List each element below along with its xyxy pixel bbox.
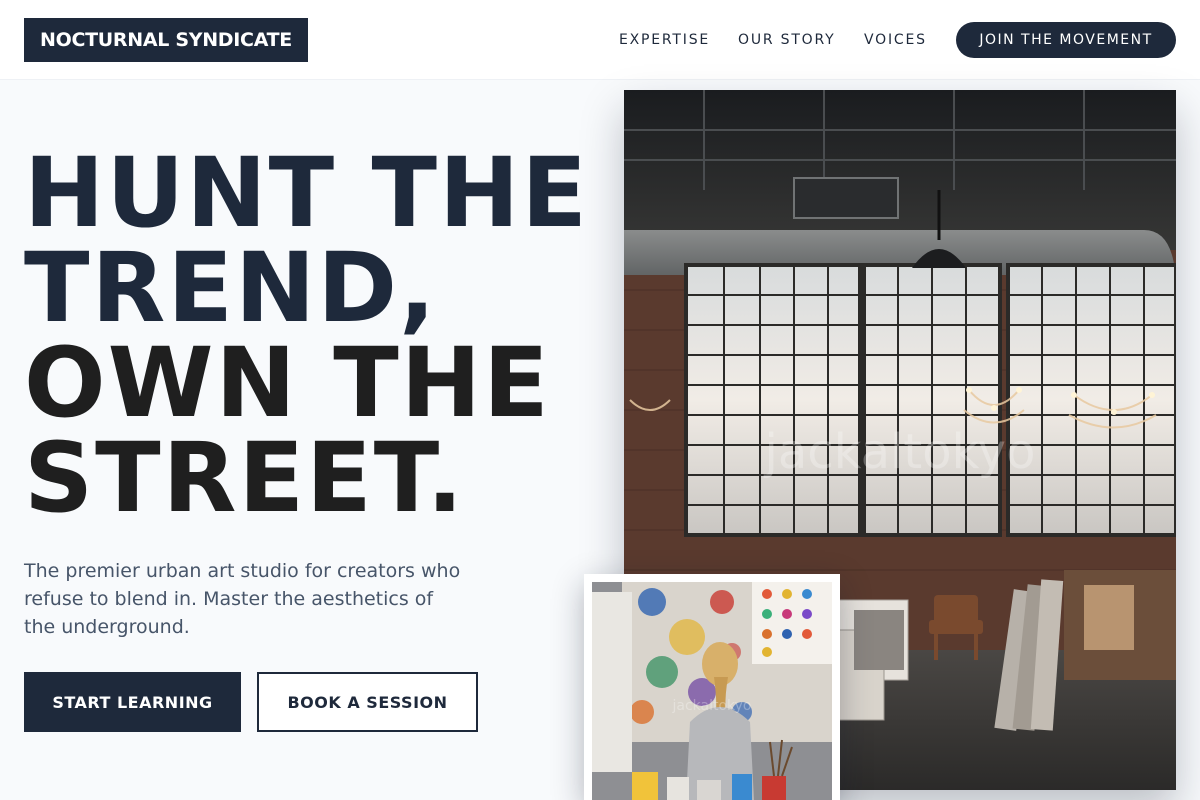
- main-watermark: jackaltokyo: [764, 424, 1036, 480]
- nav-our-story[interactable]: OUR STORY: [738, 30, 836, 50]
- nav-voices[interactable]: VOICES: [864, 30, 927, 50]
- child-painting-image: jackaltokyo: [592, 582, 832, 800]
- book-session-button[interactable]: BOOK A SESSION: [257, 672, 478, 732]
- logo[interactable]: NOCTURNAL SYNDICATE: [24, 18, 308, 62]
- join-movement-button[interactable]: JOIN THE MOVEMENT: [956, 22, 1176, 58]
- start-learning-button[interactable]: START LEARNING: [24, 672, 241, 732]
- site-header: NOCTURNAL SYNDICATE EXPERTISE OUR STORY …: [0, 0, 1200, 80]
- headline-line-4: STREET.: [24, 422, 466, 534]
- hero-subtext: The premier urban art studio for creator…: [24, 560, 461, 638]
- headline-line-2: TREND,: [24, 232, 438, 344]
- hero-headline: HUNT THE TREND, OWN THE STREET.: [24, 137, 604, 534]
- inset-image-frame: jackaltokyo: [584, 574, 840, 800]
- nav-expertise[interactable]: EXPERTISE: [619, 30, 710, 50]
- inset-watermark: jackaltokyo: [671, 698, 751, 714]
- headline-line-1: HUNT THE: [24, 137, 589, 249]
- headline-line-3: OWN THE: [24, 327, 551, 439]
